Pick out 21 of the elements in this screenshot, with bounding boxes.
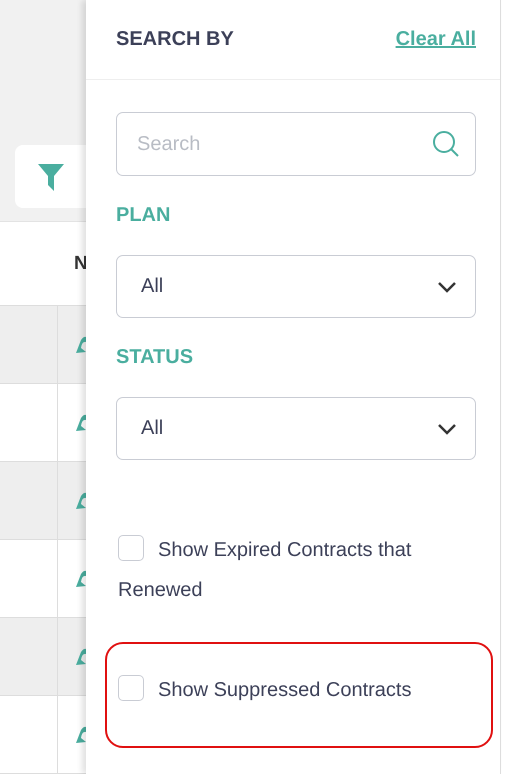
dropdown[interactable]: All	[116, 397, 476, 460]
row-icon	[76, 648, 86, 666]
panel-title: SEARCH BY	[116, 28, 234, 51]
row-icon	[76, 726, 86, 744]
dropdown[interactable]: All	[116, 255, 476, 318]
option-label[interactable]: Show Suppressed Contracts	[118, 670, 480, 710]
row-icon	[76, 414, 86, 432]
filter-button[interactable]	[15, 145, 86, 208]
filter-label: PLAN	[116, 204, 172, 227]
row-icon	[76, 492, 86, 510]
checkbox[interactable]	[118, 534, 144, 561]
chevron-icon	[437, 422, 457, 434]
checkbox[interactable]	[118, 674, 144, 701]
chevron-icon	[437, 280, 457, 292]
filter-label: STATUS	[116, 346, 194, 369]
row-icon	[76, 570, 86, 588]
filter-icon	[36, 162, 64, 192]
search-field[interactable]: Search	[116, 112, 476, 176]
option-label[interactable]: Show Expired Contracts that Renewed	[118, 530, 480, 610]
search-icon	[432, 130, 460, 158]
row-icon	[76, 336, 86, 354]
